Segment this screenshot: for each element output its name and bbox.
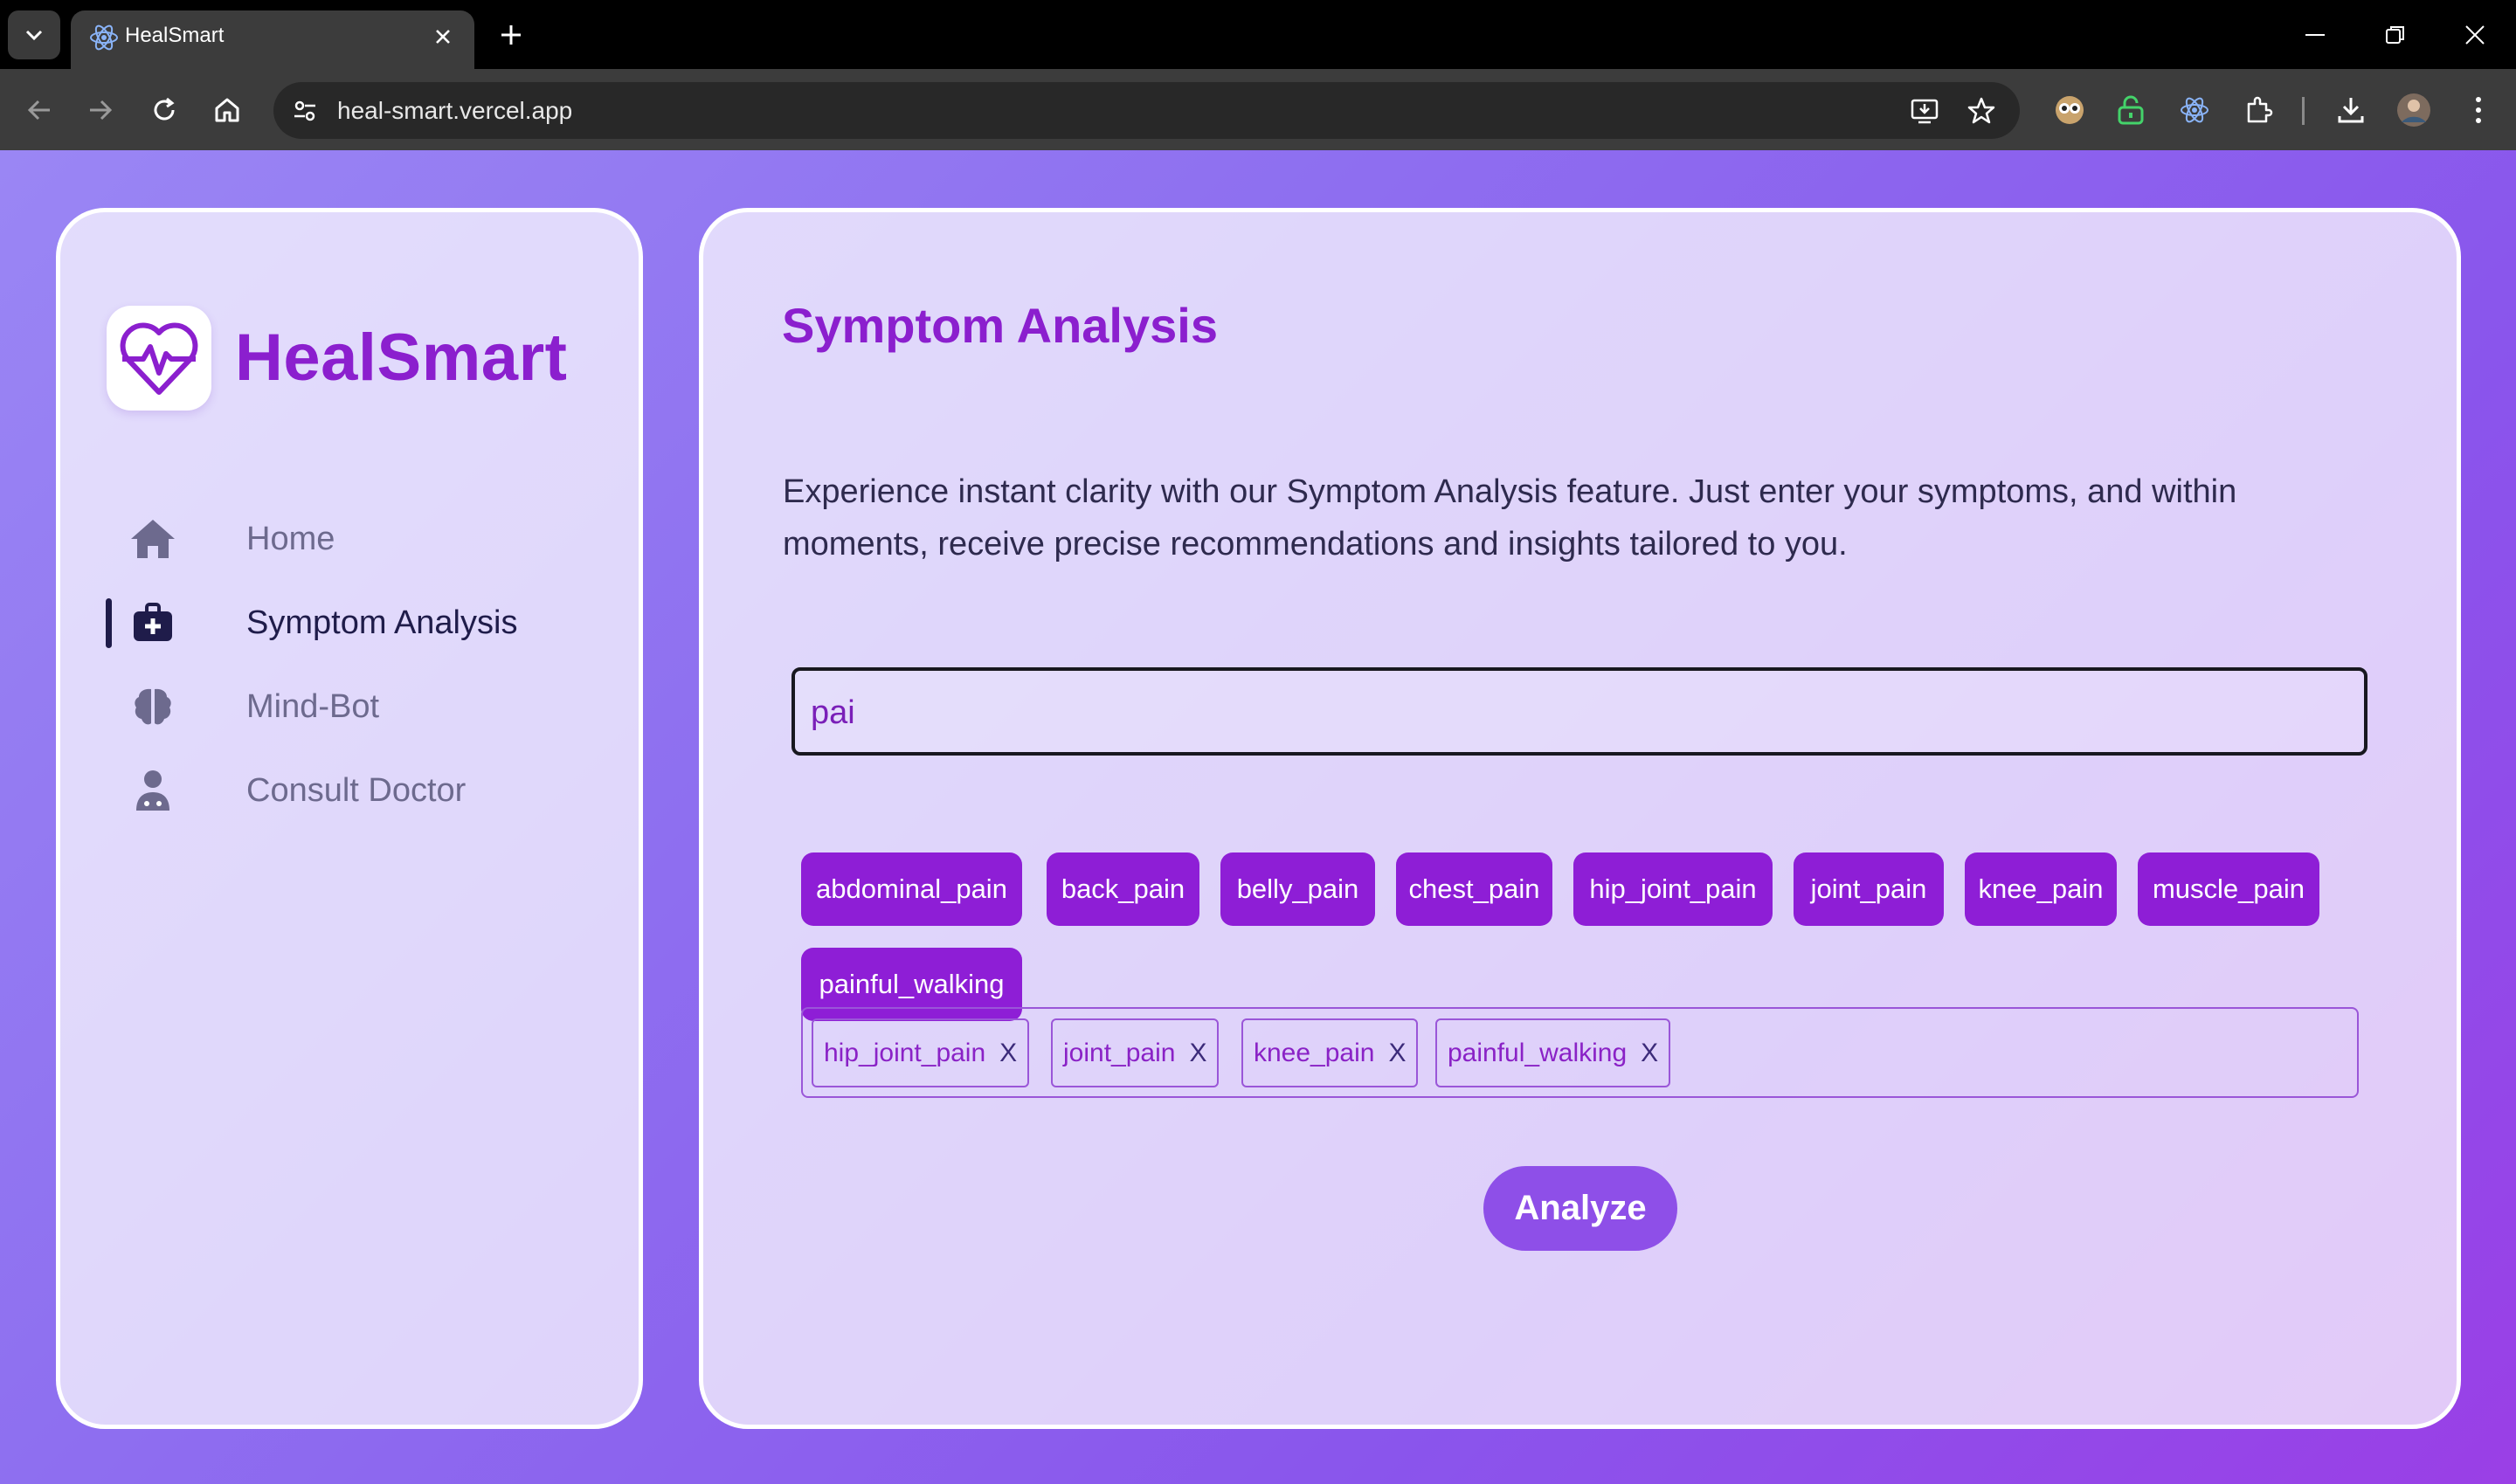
tab-close-button[interactable] xyxy=(425,19,460,54)
page-description: Experience instant clarity with our Symp… xyxy=(783,473,2237,563)
selected-tag-label: painful_walking xyxy=(1448,1038,1628,1067)
restore-icon xyxy=(2386,26,2404,44)
extension-lock-button[interactable] xyxy=(2109,88,2153,132)
remove-tag-button[interactable]: X xyxy=(999,1039,1017,1068)
selected-tag-label: joint_pain xyxy=(1063,1038,1176,1067)
sidebar-item-label: Mind-Bot xyxy=(246,687,380,725)
symptom-search-field[interactable] xyxy=(791,667,2367,756)
forward-button[interactable] xyxy=(79,88,122,132)
toolbar-separator xyxy=(2302,97,2305,125)
minimize-button[interactable] xyxy=(2289,12,2341,58)
sidebar-item-label: Home xyxy=(246,520,335,557)
install-icon xyxy=(1911,99,1939,124)
arrow-left-icon xyxy=(27,100,50,121)
tab-search-button[interactable] xyxy=(8,10,60,59)
remove-tag-button[interactable]: X xyxy=(1189,1039,1206,1068)
analyze-button[interactable]: Analyze xyxy=(1483,1166,1677,1251)
extension-react-button[interactable] xyxy=(2173,88,2216,132)
downloads-button[interactable] xyxy=(2329,88,2373,132)
symptom-search-input[interactable] xyxy=(811,688,2296,737)
brain-icon xyxy=(128,682,177,731)
lock-icon xyxy=(2118,95,2144,125)
selected-symptoms: hip_joint_pain X joint_pain X knee_pain … xyxy=(801,1007,2359,1098)
suggestion-chip[interactable]: muscle_pain xyxy=(2138,852,2319,926)
more-vertical-icon xyxy=(2476,97,2481,123)
browser-toolbar: heal-smart.vercel.app xyxy=(0,69,2516,150)
react-icon xyxy=(90,24,118,51)
url-text: heal-smart.vercel.app xyxy=(337,97,573,124)
react-icon xyxy=(2181,97,2208,123)
restore-button[interactable] xyxy=(2369,12,2422,58)
bookmark-button[interactable] xyxy=(1960,90,2002,132)
new-tab-button[interactable] xyxy=(490,14,532,56)
profile-button[interactable] xyxy=(2392,88,2436,132)
sidebar-item-label: Consult Doctor xyxy=(246,771,467,809)
page-title: Symptom Analysis xyxy=(782,298,1218,353)
sidebar-item-symptom-analysis[interactable]: Symptom Analysis xyxy=(106,592,630,653)
browser-menu-button[interactable] xyxy=(2457,88,2500,132)
sidebar: HealSmart Home Symptom Analysis Mind-Bot xyxy=(56,208,643,1429)
suggestion-chip[interactable]: back_pain xyxy=(1047,852,1199,926)
remove-tag-button[interactable]: X xyxy=(1388,1039,1406,1068)
home-icon xyxy=(128,514,177,563)
home-icon xyxy=(215,98,239,122)
medical-kit-icon xyxy=(128,598,177,647)
suggestion-chip[interactable]: belly_pain xyxy=(1220,852,1375,926)
home-button[interactable] xyxy=(205,88,249,132)
logo xyxy=(107,306,211,411)
selected-tag: painful_walking X xyxy=(1435,1018,1671,1087)
brand-name: HealSmart xyxy=(235,321,568,395)
tab-title: HealSmart xyxy=(125,24,225,47)
close-icon xyxy=(2465,25,2485,45)
browser-tabstrip: HealSmart xyxy=(0,0,2516,69)
address-bar[interactable]: heal-smart.vercel.app xyxy=(273,82,2020,139)
reload-icon xyxy=(154,97,175,121)
star-icon xyxy=(1967,97,1995,124)
tune-icon xyxy=(294,100,315,121)
site-info-button[interactable] xyxy=(286,92,324,130)
browser-tab[interactable]: HealSmart xyxy=(71,10,474,69)
selected-tag: joint_pain X xyxy=(1051,1018,1220,1087)
suggestion-chip[interactable]: chest_pain xyxy=(1396,852,1552,926)
doctor-icon xyxy=(128,766,177,815)
arrow-right-icon xyxy=(90,100,113,121)
install-app-button[interactable] xyxy=(1904,90,1946,132)
page-viewport: HealSmart Home Symptom Analysis Mind-Bot xyxy=(0,150,2516,1484)
sidebar-item-mind-bot[interactable]: Mind-Bot xyxy=(106,676,630,737)
suggestion-chip[interactable]: knee_pain xyxy=(1965,852,2117,926)
selected-tag-label: knee_pain xyxy=(1254,1038,1375,1067)
chevron-down-icon xyxy=(25,30,43,41)
avatar xyxy=(2397,93,2430,127)
sidebar-item-consult-doctor[interactable]: Consult Doctor xyxy=(106,760,630,821)
plus-icon xyxy=(501,25,521,45)
active-indicator xyxy=(106,598,112,648)
minimize-icon xyxy=(2305,34,2325,36)
extension-owl-button[interactable] xyxy=(2048,88,2091,132)
sidebar-item-home[interactable]: Home xyxy=(106,508,630,569)
reload-button[interactable] xyxy=(142,88,186,132)
back-button[interactable] xyxy=(17,88,61,132)
remove-tag-button[interactable]: X xyxy=(1641,1039,1658,1068)
owl-icon xyxy=(2056,96,2084,124)
close-window-button[interactable] xyxy=(2449,12,2501,58)
heartbeat-icon xyxy=(120,322,198,395)
suggestion-chip[interactable]: joint_pain xyxy=(1794,852,1944,926)
selected-tag: knee_pain X xyxy=(1241,1018,1419,1087)
sidebar-item-label: Symptom Analysis xyxy=(246,604,518,641)
download-icon xyxy=(2338,98,2364,123)
suggestion-chip[interactable]: hip_joint_pain xyxy=(1573,852,1773,926)
close-icon xyxy=(436,30,450,44)
suggestion-chip[interactable]: abdominal_pain xyxy=(801,852,1022,926)
selected-tag: hip_joint_pain X xyxy=(812,1018,1030,1087)
puzzle-icon xyxy=(2247,96,2273,123)
extensions-button[interactable] xyxy=(2236,88,2280,132)
main-panel: Symptom Analysis Experience instant clar… xyxy=(699,208,2461,1429)
selected-tag-label: hip_joint_pain xyxy=(824,1038,986,1067)
